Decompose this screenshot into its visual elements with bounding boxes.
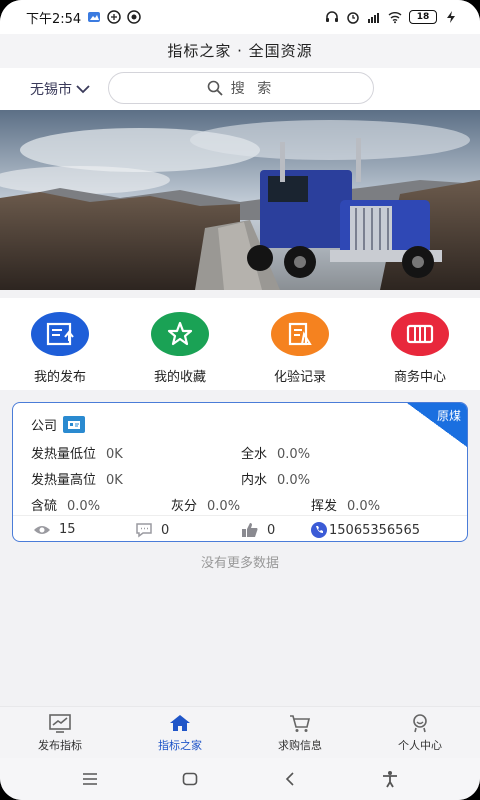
nav-purchase-info[interactable]: 求购信息 [240, 707, 360, 758]
comments-count: 0 [161, 522, 170, 538]
square-icon [182, 772, 198, 786]
views-count: 15 [59, 522, 76, 537]
quick-action-label: 商务中心 [393, 370, 446, 385]
company-badge-icon [63, 416, 86, 433]
status-time: 下午2:54 [26, 11, 82, 27]
spec-value: 0K [106, 473, 123, 488]
nav-label: 指标之家 [158, 738, 202, 752]
spec-value: 0.0% [277, 447, 311, 462]
banner-image[interactable] [0, 110, 480, 290]
menu-icon [83, 773, 97, 785]
spec-label: 全水 [241, 447, 268, 462]
spec-value: 0.0% [207, 499, 241, 514]
lab-record-icon [271, 312, 329, 356]
phone-stat[interactable]: 15065356565 [311, 522, 420, 538]
thumbs-up-icon [242, 523, 258, 537]
quick-action-business-center[interactable]: 商务中心 [360, 298, 480, 390]
spec-value: 0.0% [67, 499, 101, 514]
charging-icon [447, 11, 455, 23]
back-button[interactable] [276, 765, 304, 793]
likes-stat[interactable]: 0 [241, 522, 275, 538]
spec-label: 内水 [241, 473, 268, 488]
business-icon [391, 312, 449, 356]
spec-high-calorific: 发热量高位 0K [31, 469, 123, 488]
quick-action-label: 我的收藏 [153, 370, 206, 385]
list-end-text: 没有更多数据 [200, 556, 279, 571]
category-label: 原煤 [436, 409, 461, 423]
quick-action-my-publish[interactable]: 我的发布 [0, 298, 120, 390]
spec-volatile: 挥发 0.0% [311, 495, 380, 514]
likes-count: 0 [267, 522, 276, 538]
menu-button[interactable] [76, 765, 104, 793]
nav-home[interactable]: 指标之家 [120, 707, 240, 758]
search-row: 无锡市 搜 索 [0, 68, 480, 110]
system-navigation-bar [0, 758, 480, 800]
home-icon [170, 714, 190, 731]
spec-label: 挥发 [311, 499, 338, 514]
nav-publish-indicator[interactable]: 发布指标 [0, 707, 120, 758]
comments-stat[interactable]: 0 [135, 522, 169, 538]
chart-icon [49, 713, 71, 733]
spec-total-moisture: 全水 0.0% [241, 443, 310, 462]
app-notification-icon-2 [127, 10, 141, 24]
phone-number: 15065356565 [329, 522, 420, 538]
wifi-icon [388, 12, 402, 24]
search-icon [207, 80, 223, 96]
battery-icon: 18 [409, 10, 437, 24]
spec-sulfur: 含硫 0.0% [31, 495, 100, 514]
quick-actions: 我的发布 我的收藏 化验记录 商务中心 [0, 298, 480, 390]
nav-profile[interactable]: 个人中心 [360, 707, 480, 758]
city-label: 无锡市 [30, 82, 72, 98]
spec-low-calorific: 发热量低位 0K [31, 443, 123, 462]
alarm-icon [347, 12, 359, 24]
quick-action-lab-records[interactable]: 化验记录 [240, 298, 360, 390]
headphones-icon [326, 11, 338, 22]
eye-icon [34, 525, 50, 534]
bottom-nav: 发布指标 指标之家 求购信息 个人中心 [0, 706, 480, 758]
listing-card[interactable]: 原煤 公司 发热量低位 0K 全水 0.0% 发热量高位 0K 内水 0.0% 含硫 0.… [12, 402, 468, 542]
back-icon [285, 772, 294, 786]
accessibility-icon [383, 771, 397, 788]
signal-icon [368, 13, 379, 23]
spec-label: 发热量高位 [31, 473, 97, 488]
spec-label: 含硫 [31, 499, 58, 514]
phone-icon [311, 522, 327, 538]
accessibility-button[interactable] [376, 765, 404, 793]
user-icon [413, 713, 427, 732]
page-title: 指标之家 · 全国资源 [0, 34, 480, 68]
spec-value: 0.0% [347, 499, 381, 514]
company-row: 公司 [31, 415, 86, 434]
company-name: 公司 [31, 419, 58, 434]
spec-value: 0.0% [277, 473, 311, 488]
nav-label: 发布指标 [38, 738, 82, 752]
quick-action-label: 化验记录 [273, 370, 326, 385]
card-stats: 15 0 0 15065356565 [13, 515, 467, 541]
home-button[interactable] [176, 765, 204, 793]
quick-action-label: 我的发布 [33, 370, 86, 385]
gallery-icon [88, 12, 101, 22]
city-selector[interactable]: 无锡市 [30, 79, 90, 99]
quick-action-my-favorites[interactable]: 我的收藏 [120, 298, 240, 390]
spec-ash: 灰分 0.0% [171, 495, 240, 514]
cart-icon [290, 714, 311, 732]
star-icon [151, 312, 209, 356]
nav-label: 求购信息 [278, 738, 322, 752]
nav-label: 个人中心 [398, 738, 442, 752]
search-placeholder: 搜 索 [230, 81, 276, 97]
spec-label: 发热量低位 [31, 447, 97, 462]
comment-icon [136, 523, 152, 538]
status-bar: 下午2:54 18 [0, 0, 480, 34]
spec-value: 0K [106, 447, 123, 462]
phone-screen: 下午2:54 18 指标之家 · 全国资源 无锡市 搜 索 我的发布 我的收藏 … [0, 0, 480, 800]
search-input[interactable]: 搜 索 [108, 72, 374, 104]
spec-label: 灰分 [171, 499, 198, 514]
publish-icon [31, 312, 89, 356]
views-stat: 15 [33, 522, 76, 537]
app-notification-icon [107, 10, 121, 24]
spec-inherent-moisture: 内水 0.0% [241, 469, 310, 488]
chevron-down-icon [76, 85, 90, 94]
truck-banner-illustration [0, 110, 480, 290]
